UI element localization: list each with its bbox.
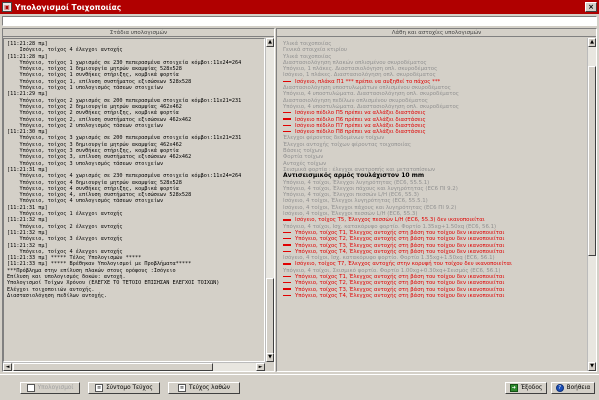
document-icon: ≡	[95, 384, 104, 392]
log-vertical-scrollbar[interactable]: ▲ ▼	[265, 38, 274, 362]
error-dash-icon	[283, 275, 291, 278]
calculation-log: [11:21:28 πμ] Ισόγειο, τοίχος 4 έλεγχοι …	[3, 38, 265, 362]
calculations-button[interactable]: Υπολογισμοί	[20, 382, 80, 394]
item-text: Ισόγειο, πλάκα Π1 *** πρέπει να αυξηθεί …	[295, 78, 441, 85]
help-icon: ?	[555, 384, 564, 392]
item-text: Υλικά τοιχοποιίας	[283, 53, 332, 60]
scroll-right-arrow-icon[interactable]: ►	[256, 363, 265, 371]
item-text: Υπόγειο, 4 υποστυλώματα. Διαστασιολόγηση…	[283, 91, 459, 98]
error-dash-icon	[283, 238, 291, 240]
scroll-left-arrow-icon[interactable]: ◄	[3, 363, 12, 371]
item-text: Ισόγειο, 4 τοίχοι, Έλεγχοι πάχους και λυ…	[283, 204, 457, 211]
document-icon: ≡	[177, 384, 186, 392]
errors-header: Λάθη και αστοχίες υπολογισμών	[277, 29, 596, 37]
item-text: Γενικά στοιχεία κτιρίου	[283, 47, 348, 54]
error-dash-icon	[283, 130, 291, 133]
log-horizontal-scrollbar[interactable]: ◄ ►	[3, 362, 265, 371]
log-line: Υπόγειο, τοίχος 4 χωρισμός σε 230 πεπερα…	[7, 173, 242, 180]
error-dash-icon	[283, 118, 291, 120]
item-text: Υπόγειο, 4 τοίχοι, Ισχ. κατακόρυφο φορτί…	[283, 223, 497, 230]
calculator-icon	[26, 384, 35, 392]
error-dash-icon	[283, 80, 291, 82]
item-text: Αντισεισμικός αρμός τουλάχιστον 10 mm	[283, 172, 425, 180]
item-text: Υπόγειο, τοίχος Τ2, Έλεγχος αντοχής στη …	[295, 280, 505, 287]
scroll-down-arrow-icon[interactable]: ▼	[266, 353, 274, 362]
item-text: Διαστασιολόγηση πεδίλων οπλισμένου σκυρο…	[283, 97, 428, 104]
error-dash-icon	[283, 112, 291, 114]
error-dash-icon	[283, 282, 291, 284]
item-text: Ισόγειο πέδιλο Π5 πρέπει να αλλάξει διασ…	[295, 110, 426, 117]
calculation-stages-panel: Στάδια υπολογισμών [11:21:28 πμ] Ισόγειο…	[2, 28, 275, 372]
item-text: Υπόγειο, τοίχος Τ1, Έλεγχος αντοχής στη …	[295, 229, 505, 236]
item-text: Ισόγειο, 4 τοίχοι, Έλεγχοι λυγηρότητας (…	[283, 198, 428, 205]
exit-button[interactable]: ➜ Έξοδος	[505, 382, 547, 394]
item-text: Έλεγχοι φέροντος δεδομένων τοίχων	[283, 135, 385, 142]
exit-icon: ➜	[509, 384, 518, 392]
log-line: Διαστασιολόγηση πεδίλων αντοχής.	[7, 292, 107, 299]
errors-list: Υλικά τοιχοποιίας Γενικά στοιχεία κτιρίου…	[277, 38, 587, 371]
item-text: Υπόγειο, 4 τοίχοι, Σεισμικό φορτίο. Φορτ…	[283, 267, 501, 274]
error-item: Υπόγειο, τοίχος Τ4, Έλεγχος αντοχής στη …	[283, 293, 581, 299]
window-title: Υπολογισμοί Τοιχοποιίας	[15, 2, 122, 12]
item-text: Ισόγειο πέδιλο Π7 πρέπει να αλλάξει διασ…	[295, 122, 426, 129]
error-dash-icon	[283, 250, 291, 252]
errors-vertical-scrollbar[interactable]: ▲ ▼	[587, 38, 596, 371]
short-report-button[interactable]: ≡ Σύντομο Τεύχος	[88, 382, 160, 394]
item-text: Έλεγχοι αντοχής τοίχων φέροντας τοιχοποι…	[283, 141, 412, 148]
item-text: Αντοχές τοίχων	[283, 160, 327, 167]
error-dash-icon	[283, 124, 291, 127]
error-dash-icon	[283, 219, 291, 221]
item-text: Ισόγειο, τοίχος Τ5, Έλεγχος πεσσών L/H (…	[295, 217, 485, 224]
item-text: Ισόγειο, 1 πλάκες. Διαστασιολόγηση οπλ. …	[283, 72, 436, 79]
item-text: Υπόγειο, τοίχος Τ3, Έλεγχος αντοχής στη …	[295, 286, 505, 293]
scroll-down-arrow-icon[interactable]: ▼	[588, 362, 596, 371]
item-text: Υπόγειο, τοίχος Τ4, Έλεγχος αντοχής στη …	[295, 292, 505, 299]
item-text: Υπόγειο, τοίχος Τ2, Έλεγχος αντοχής στη …	[295, 236, 505, 243]
error-dash-icon	[283, 288, 291, 290]
scroll-thumb[interactable]	[13, 363, 213, 371]
error-dash-icon	[283, 294, 291, 297]
item-text: Υπόγειο, 4 τοίχοι, Έλεγχοι λυγηρότητας (…	[283, 179, 430, 186]
item-text: Ισόγειο, τοίχος Τ7, Έλεγχος αντοχής στην…	[295, 261, 512, 268]
scroll-thumb[interactable]	[266, 278, 274, 358]
close-button[interactable]: ×	[585, 2, 597, 12]
app-icon: ▣	[2, 2, 12, 12]
errors-panel: Λάθη και αστοχίες υπολογισμών Υλικά τοιχ…	[276, 28, 597, 372]
scroll-up-arrow-icon[interactable]: ▲	[588, 38, 596, 47]
item-text: Υπόγειο, τοίχος Τ3, Έλεγχος αντοχής στη …	[295, 242, 505, 249]
item-text: Υπόγειο, τοίχος Τ4, Έλεγχος αντοχής στη …	[295, 248, 505, 255]
item-text: Φορτία τοίχων	[283, 154, 324, 161]
scroll-up-arrow-icon[interactable]: ▲	[266, 38, 274, 47]
item-text: Διαστασιολόγηση πλακών οπλισμένου σκυροδ…	[283, 59, 427, 66]
log-line: Υπόγειο, τοίχος 3 χωρισμός σε 200 πεπερα…	[7, 135, 242, 142]
title-bar: ▣ Υπολογισμοί Τοιχοποιίας ×	[0, 0, 599, 14]
error-dash-icon	[283, 263, 291, 265]
item-text: Υπόγειο, 4 τοίχοι, Έλεγχοι πάχους και λυ…	[283, 185, 458, 192]
error-report-button[interactable]: ≡ Τεύχος λαθών	[168, 382, 240, 394]
item-text: Ισόγειο πέδιλο Π6 πρέπει να αλλάξει διασ…	[295, 116, 426, 123]
error-dash-icon	[283, 244, 291, 246]
error-dash-icon	[283, 231, 291, 234]
button-bar: Υπολογισμοί ≡ Σύντομο Τεύχος ≡ Τεύχος λα…	[0, 374, 599, 400]
calculation-stages-header: Στάδια υπολογισμών	[3, 29, 274, 37]
help-button[interactable]: ? Βοήθεια	[551, 382, 595, 394]
scroll-thumb[interactable]	[588, 66, 596, 256]
progress-bar	[2, 16, 597, 26]
